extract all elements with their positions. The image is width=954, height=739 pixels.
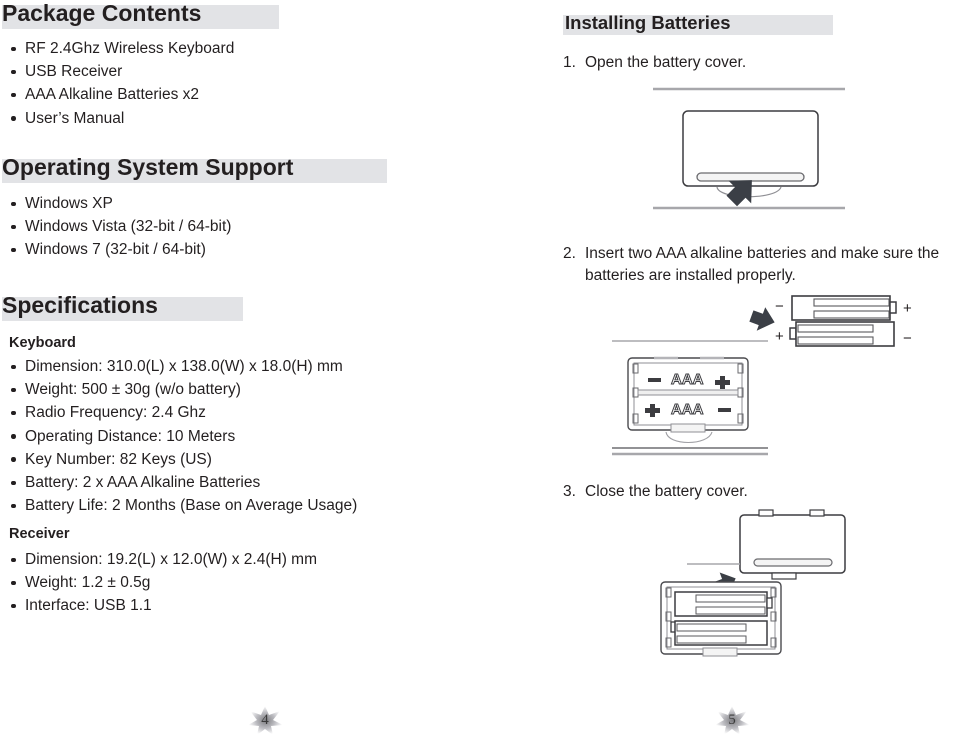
subheading-receiver: Receiver	[9, 526, 70, 542]
heading-package-contents-label: Package Contents	[2, 0, 202, 26]
page-number-right-label: 5	[728, 711, 736, 728]
heading-package-contents: Package Contents	[2, 0, 279, 29]
heading-operating-system-support: Operating System Support	[2, 154, 387, 183]
subheading-keyboard: Keyboard	[9, 335, 76, 351]
list-item: Radio Frequency: 2.4 Ghz	[3, 401, 357, 424]
compartment-cover-outline	[665, 431, 713, 443]
step-2-text: Insert two AAA alkaline batteries and ma…	[585, 245, 940, 284]
slot-1-left-mark-minus	[648, 378, 661, 382]
os-support-list: Windows XP Windows Vista (32-bit / 64-bi…	[3, 192, 231, 262]
cover-grip-slot	[753, 558, 833, 567]
battery-a-stripe-upper	[813, 298, 890, 307]
battery-a-right-terminal: +	[903, 300, 912, 317]
compartment-bottom-tab	[702, 647, 738, 657]
step-2-number: 2.	[563, 245, 576, 262]
installed-battery-1-stripe-upper	[695, 594, 766, 603]
list-item: Windows 7 (32-bit / 64-bit)	[3, 238, 231, 261]
cover-tab-bottom	[771, 572, 797, 580]
battery-b-stripe-lower	[797, 336, 874, 345]
list-item: Battery Life: 2 Months (Base on Average …	[3, 494, 357, 517]
list-item: Operating Distance: 10 Meters	[3, 425, 357, 448]
manual-page-spread: Package Contents RF 2.4Ghz Wireless Keyb…	[0, 0, 954, 739]
compartment-bottom-tab	[670, 423, 706, 433]
installed-battery-2-stripe-upper	[676, 623, 747, 632]
list-item: Dimension: 310.0(L) x 138.0(W) x 18.0(H)…	[3, 355, 357, 378]
list-item: Windows XP	[3, 192, 231, 215]
step-3-number: 3.	[563, 483, 576, 500]
heading-specifications: Specifications	[2, 292, 243, 321]
slot-1-label: AAA	[671, 371, 704, 388]
figure-battery-compartment: AAA AAA	[608, 336, 788, 460]
installed-battery-1-stripe-lower	[695, 606, 766, 615]
step-3-text: Close the battery cover.	[585, 483, 748, 500]
installed-battery-2-stripe-lower	[676, 635, 747, 644]
step-1-text: Open the battery cover.	[585, 54, 747, 71]
figure-keyboard-cover-close	[655, 502, 870, 657]
list-item: RF 2.4Ghz Wireless Keyboard	[3, 37, 234, 60]
heading-installing-batteries-label: Installing Batteries	[565, 12, 731, 33]
battery-b-positive-nub	[789, 327, 797, 340]
list-item: Battery: 2 x AAA Alkaline Batteries	[3, 471, 357, 494]
list-item: Weight: 1.2 ± 0.5g	[3, 571, 317, 594]
receiver-spec-list: Dimension: 19.2(L) x 12.0(W) x 2.4(H) mm…	[3, 548, 317, 618]
list-item: AAA Alkaline Batteries x2	[3, 83, 234, 106]
heading-operating-system-support-label: Operating System Support	[2, 154, 294, 180]
list-item: Key Number: 82 Keys (US)	[3, 448, 357, 471]
page-number-left: 4	[245, 703, 285, 737]
list-item: Interface: USB 1.1	[3, 594, 317, 617]
slot-2-label: AAA	[671, 401, 704, 418]
battery-b-stripe-upper	[797, 324, 874, 333]
list-item: Windows Vista (32-bit / 64-bit)	[3, 215, 231, 238]
cover-tab-right	[809, 509, 825, 517]
list-item: Weight: 500 ± 30g (w/o battery)	[3, 378, 357, 401]
battery-a-stripe-lower	[813, 310, 890, 319]
slot-2-right-mark-minus	[718, 408, 731, 412]
figure-keyboard-underside-cover-open	[645, 78, 855, 218]
step-1-number: 1.	[563, 54, 576, 71]
step-3: 3. Close the battery cover.	[563, 481, 923, 503]
figure-insert-arrow	[742, 300, 782, 340]
package-contents-list: RF 2.4Ghz Wireless Keyboard USB Receiver…	[3, 37, 234, 130]
list-item: User’s Manual	[3, 107, 234, 130]
battery-cover-slot	[696, 172, 805, 182]
step-2: 2. Insert two AAA alkaline batteries and…	[563, 243, 954, 287]
installed-battery-1-nub	[766, 597, 773, 609]
direction-arrow-icon	[749, 307, 775, 331]
cover-tab-left	[758, 509, 774, 517]
list-item: Dimension: 19.2(L) x 12.0(W) x 2.4(H) mm	[3, 548, 317, 571]
heading-specifications-label: Specifications	[2, 292, 158, 318]
battery-a-positive-nub	[889, 301, 897, 314]
page-number-right: 5	[712, 703, 752, 737]
figure-loose-batteries: − + + −	[770, 292, 940, 352]
list-item: USB Receiver	[3, 60, 234, 83]
battery-b-right-terminal: −	[903, 330, 912, 347]
keyboard-spec-list: Dimension: 310.0(L) x 138.0(W) x 18.0(H)…	[3, 355, 357, 517]
heading-installing-batteries: Installing Batteries	[563, 12, 833, 35]
compartment-divider-rail	[637, 389, 739, 396]
step-1: 1. Open the battery cover.	[563, 52, 923, 74]
page-number-left-label: 4	[261, 711, 269, 728]
